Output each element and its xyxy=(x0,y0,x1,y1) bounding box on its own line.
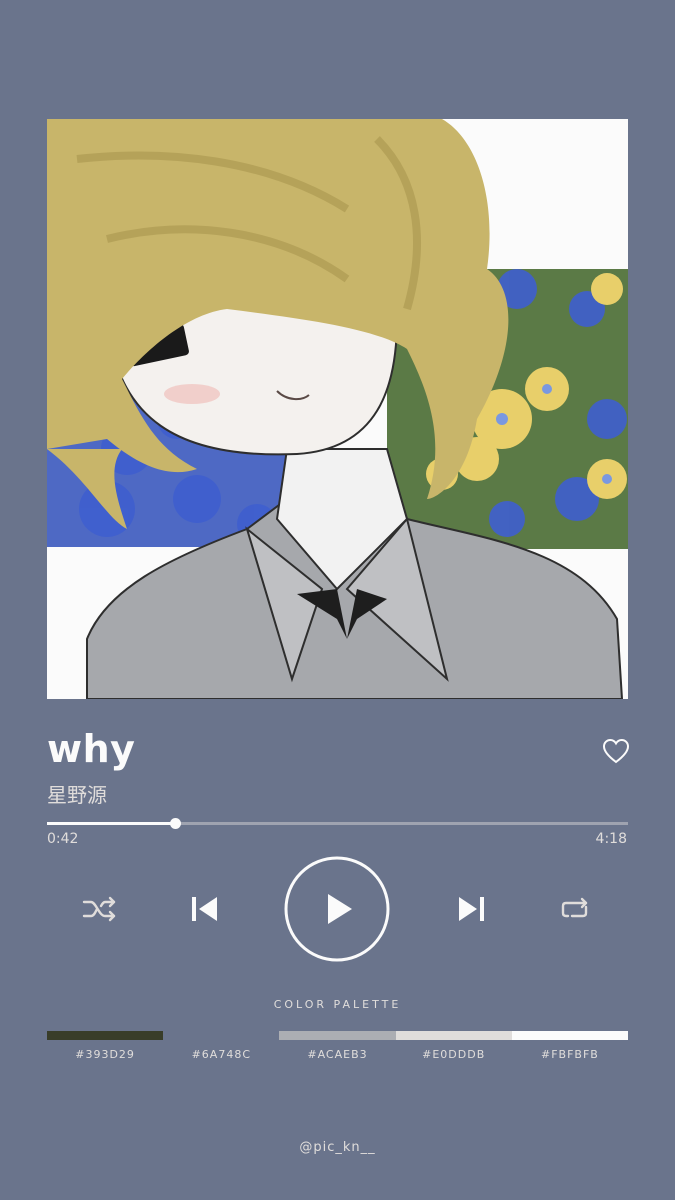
palette-swatch xyxy=(511,1031,629,1040)
palette-code: #FBFBFB xyxy=(540,1048,599,1061)
track-artist: 星野源 xyxy=(47,783,107,807)
play-icon xyxy=(328,894,352,924)
palette-code: #6A748C xyxy=(191,1048,252,1061)
palette-swatch xyxy=(47,1031,164,1040)
track-title: why xyxy=(47,727,136,771)
previous-icon[interactable] xyxy=(191,896,219,922)
repeat-icon[interactable] xyxy=(560,894,592,924)
progress-handle[interactable] xyxy=(169,818,181,829)
palette-code: #393D29 xyxy=(75,1048,135,1061)
palette-swatch xyxy=(279,1031,396,1040)
elapsed-time: 0:42 xyxy=(47,831,79,847)
heart-icon[interactable] xyxy=(602,738,630,764)
palette-swatch xyxy=(163,1031,280,1040)
palette-swatches xyxy=(47,1031,629,1041)
palette-code: #E0DDDB xyxy=(422,1048,486,1061)
play-button[interactable] xyxy=(284,856,390,962)
palette-code: #ACAEB3 xyxy=(307,1048,368,1061)
credit-handle: @pic_kn__ xyxy=(299,1140,376,1155)
album-artwork xyxy=(47,119,628,699)
progress-bar[interactable] xyxy=(47,818,628,829)
palette-swatch xyxy=(395,1031,512,1040)
palette-title: COLOR PALETTE xyxy=(273,998,402,1011)
next-icon[interactable] xyxy=(457,896,485,922)
progress-fill xyxy=(47,822,175,825)
total-time: 4:18 xyxy=(595,831,627,847)
palette-codes: #393D29 #6A748C #ACAEB3 #E0DDDB #FBFBFB xyxy=(47,1048,628,1061)
shuffle-icon[interactable] xyxy=(82,894,118,924)
